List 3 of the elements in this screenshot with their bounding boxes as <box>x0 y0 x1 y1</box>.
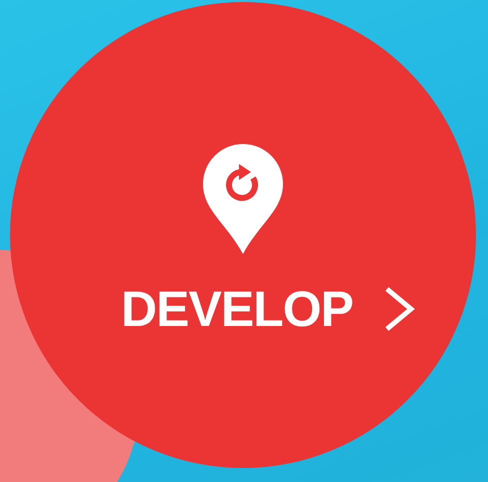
develop-button[interactable]: DEVELOP <box>10 2 476 468</box>
map-pin-refresh-icon <box>203 144 283 254</box>
chevron-right-icon <box>382 286 415 332</box>
